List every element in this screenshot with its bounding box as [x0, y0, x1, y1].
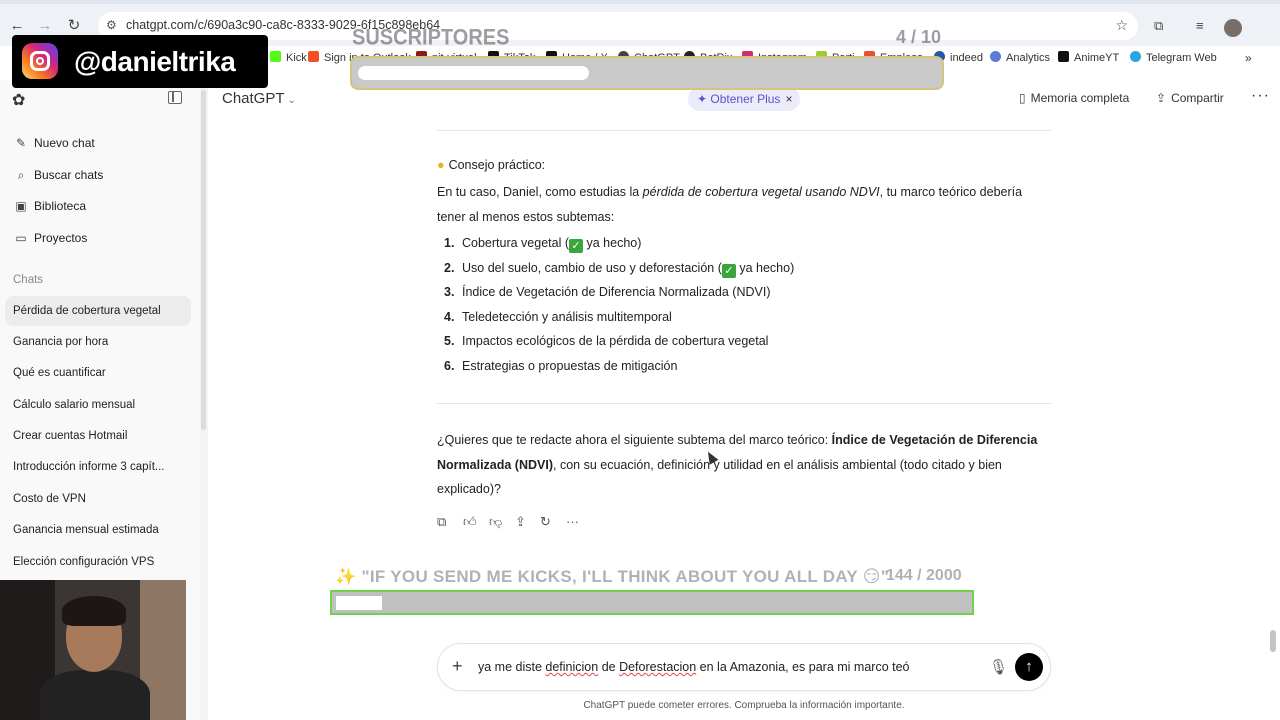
openai-logo-icon[interactable]: ✿ — [12, 90, 25, 110]
bookmark-animeyt[interactable]: AnimeYT — [1058, 51, 1119, 64]
close-icon[interactable]: × — [785, 92, 792, 106]
media-icon[interactable]: ≡ — [1196, 18, 1204, 33]
library-icon: ▣ — [15, 199, 27, 213]
regenerate-icon[interactable]: ↻ — [540, 514, 551, 530]
disclaimer: ChatGPT puede cometer errores. Comprueba… — [583, 700, 905, 711]
instagram-overlay: @danieltrika — [12, 35, 268, 88]
chevron-down-icon: ⌄ — [287, 95, 296, 106]
bookmark-analytics[interactable]: Analytics — [990, 51, 1050, 64]
more-bookmarks-icon[interactable]: » — [1245, 51, 1252, 65]
back-icon[interactable]: ← — [8, 17, 26, 35]
extensions-icon[interactable]: ⧉ — [1154, 18, 1163, 34]
intro-paragraph: En tu caso, Daniel, como estudias la pér… — [437, 185, 1023, 224]
subscribers-progress-bar — [350, 56, 944, 90]
list-item: 5. Impactos ecológicos de la pérdida de c… — [444, 334, 769, 348]
list-item: 2. Uso del suelo, cambio de uso y defores… — [444, 261, 795, 278]
bookmark-kick[interactable]: Kick — [270, 51, 307, 64]
question-paragraph: ¿Quieres que te redacte ahora el siguien… — [437, 433, 1038, 496]
forward-icon[interactable]: → — [36, 17, 54, 35]
search-icon: ⌕ — [17, 168, 25, 182]
kicks-goal-title: ✨ "IF YOU SEND ME KICKS, I'LL THINK ABOU… — [335, 567, 890, 586]
sidebar-scrollbar[interactable] — [201, 90, 206, 430]
search-chats-button[interactable]: ⌕ Buscar chats — [13, 168, 104, 183]
webcam-overlay — [0, 580, 186, 720]
chats-section-label: Chats — [13, 274, 44, 286]
instagram-handle: @danieltrika — [74, 46, 236, 77]
get-plus-button[interactable]: ✦ Obtener Plus × — [688, 87, 800, 111]
tip-heading: ● Consejo práctico: — [437, 158, 546, 172]
projects-button[interactable]: ▭ Proyectos — [13, 231, 87, 245]
check-icon: ✓ — [721, 264, 736, 278]
sparkle-icon: ✦ — [697, 92, 711, 106]
share-icon: ⇪ — [1156, 91, 1167, 105]
thumbs-up-icon[interactable]: 👍︎ — [463, 514, 477, 530]
sidebar-chat-item[interactable]: Ganancia mensual estimada — [13, 524, 159, 536]
sidebar-chat-item[interactable]: Cálculo salario mensual — [13, 399, 135, 411]
more-actions-icon[interactable]: ··· — [566, 514, 579, 529]
message-composer[interactable]: + ya me diste definicion de Deforestacio… — [437, 643, 1051, 691]
thumbs-down-icon[interactable]: 👎︎ — [489, 514, 502, 530]
more-options-icon[interactable]: ··· — [1251, 87, 1270, 105]
memory-button[interactable]: ▯ Memoria completa — [1019, 91, 1129, 105]
subscribers-goal-title: SUSCRIPTORES — [352, 25, 510, 51]
kicks-progress-fill — [336, 596, 382, 610]
microphone-icon[interactable]: 🎙︎ — [989, 658, 1008, 676]
subscribers-progress-fill — [358, 66, 589, 80]
bookmark-telegram[interactable]: Telegram Web — [1130, 51, 1217, 64]
folder-icon: ▭ — [15, 231, 27, 245]
streamer-hair — [62, 596, 126, 626]
list-item: 6. Estrategias o propuestas de mitigación — [444, 359, 678, 373]
sidebar-chat-item[interactable]: Elección configuración VPS — [13, 556, 154, 568]
new-chat-button[interactable]: ✎ Nuevo chat — [13, 136, 95, 150]
send-button[interactable]: ↑ — [1015, 653, 1043, 681]
model-selector[interactable]: ChatGPT ⌄ — [222, 90, 296, 107]
memory-icon: ▯ — [1019, 91, 1026, 105]
streamer-body — [40, 670, 150, 720]
library-button[interactable]: ▣ Biblioteca — [13, 199, 86, 213]
divider — [437, 130, 1051, 131]
sidebar-chat-item[interactable]: Crear cuentas Hotmail — [13, 430, 127, 442]
sidebar-chat-item[interactable]: Costo de VPN — [13, 493, 86, 505]
reload-icon[interactable]: ↻ — [65, 17, 83, 35]
list-item: 1. Cobertura vegetal (✓ ya hecho) — [444, 236, 642, 253]
profile-avatar[interactable] — [1224, 19, 1242, 37]
page-scrollbar[interactable] — [1270, 630, 1276, 652]
add-attachment-icon[interactable]: + — [452, 656, 463, 677]
copy-icon[interactable]: ⧉ — [437, 514, 446, 530]
sidebar-chat-item[interactable]: Pérdida de cobertura vegetal — [13, 305, 161, 317]
sidebar-chat-item[interactable]: Introducción informe 3 capít... — [13, 461, 165, 473]
edit-icon: ✎ — [15, 136, 27, 150]
subscribers-goal-count: 4 / 10 — [896, 27, 942, 47]
sidebar-toggle-icon[interactable] — [168, 91, 182, 104]
list-item: 4. Teledetección y análisis multitemporal — [444, 310, 672, 324]
divider — [437, 403, 1051, 404]
site-info-icon[interactable]: ⚙ — [106, 18, 117, 32]
kicks-goal-count: 144 / 2000 — [886, 567, 962, 584]
kicks-progress-bar — [330, 590, 974, 615]
instagram-logo-icon — [22, 43, 58, 79]
lightbulb-icon: ● — [437, 158, 445, 172]
list-item: 3. Índice de Vegetación de Diferencia Nor… — [444, 285, 771, 299]
sidebar-chat-item[interactable]: Ganancia por hora — [13, 336, 108, 348]
share-message-icon[interactable]: ⇪ — [515, 514, 526, 530]
check-icon: ✓ — [569, 239, 584, 253]
bookmark-star-icon[interactable]: ☆ — [1115, 17, 1128, 34]
share-button[interactable]: ⇪ Compartir — [1156, 91, 1224, 105]
sidebar-chat-item[interactable]: Qué es cuantificar — [13, 367, 106, 379]
sparkle-icon: ✨ — [335, 567, 362, 586]
composer-input[interactable]: ya me diste definicion de Deforestacion … — [478, 660, 910, 674]
